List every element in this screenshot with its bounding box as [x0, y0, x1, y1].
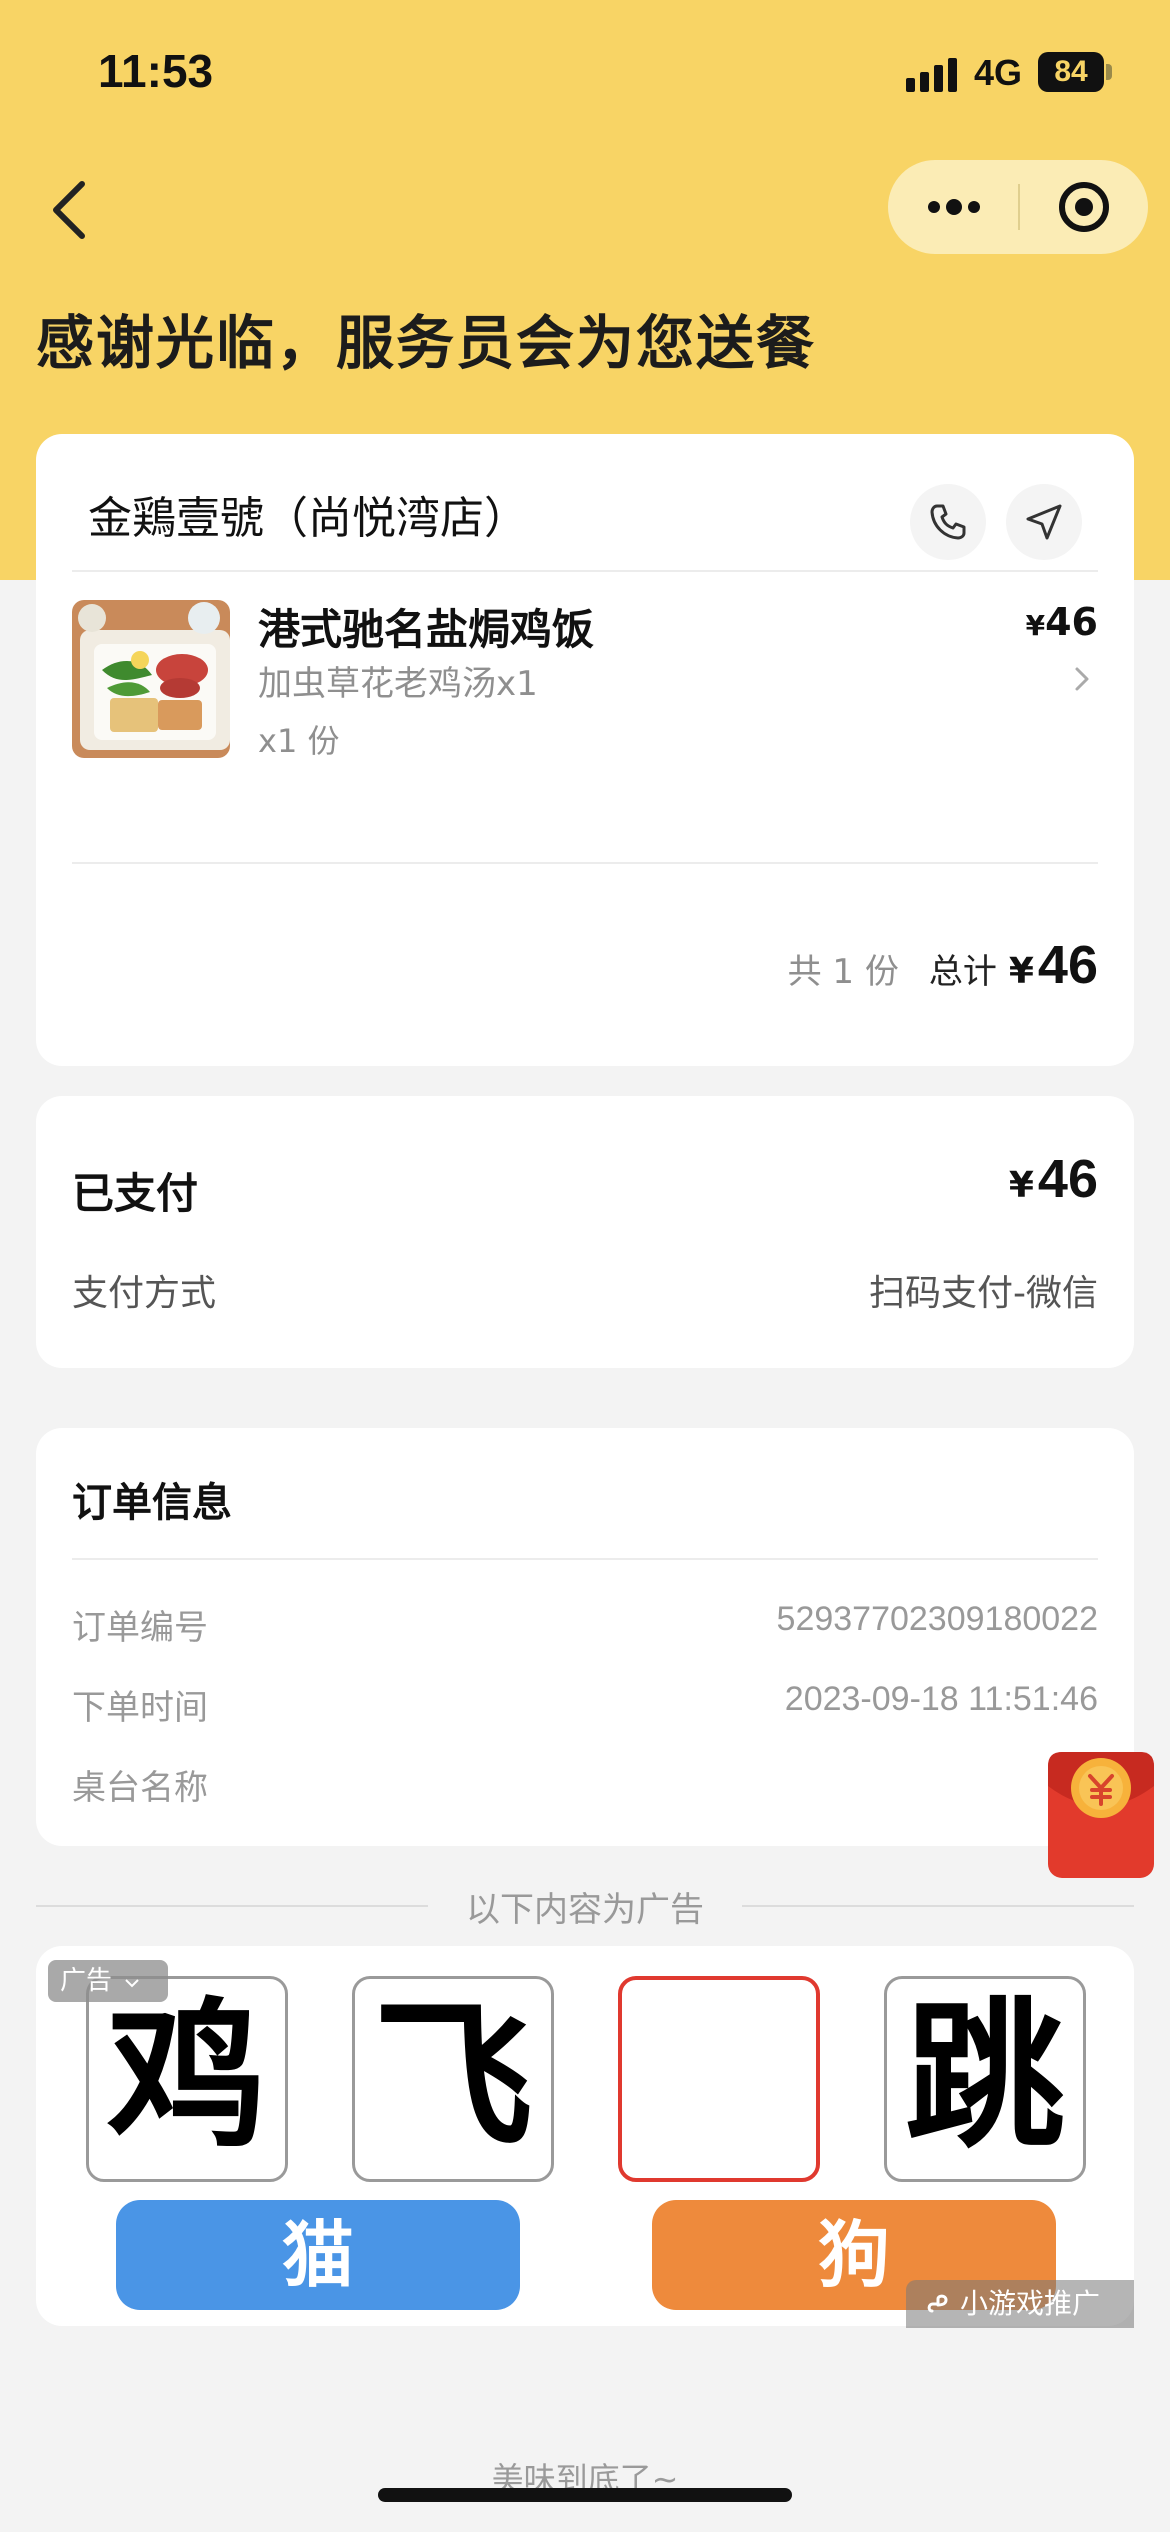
- choice-button-cat[interactable]: 猫: [116, 2200, 520, 2310]
- payment-status: 已支付: [72, 1169, 199, 1218]
- close-button[interactable]: [1056, 182, 1112, 232]
- total-amount: 46: [1037, 935, 1098, 995]
- red-packet-button[interactable]: [1046, 1746, 1156, 1880]
- battery-tip: [1106, 64, 1112, 80]
- char-box-blank: [618, 1976, 820, 2182]
- payment-method-label: 支付方式: [72, 1273, 217, 1314]
- item-addon: 加虫草花老鸡汤x1: [258, 664, 538, 704]
- divider-line-right: [742, 1905, 1134, 1907]
- divider: [72, 862, 1098, 864]
- navigate-button[interactable]: [1006, 484, 1082, 560]
- red-packet-icon: [1048, 1752, 1154, 1878]
- order-summary: 共 1 份 总计 ¥ 46: [788, 934, 1098, 1004]
- paid-amount: ¥ 46: [1009, 1148, 1098, 1210]
- chevron-down-icon: [125, 1979, 139, 1988]
- ad-source-label: 小游戏推广: [960, 2287, 1101, 2320]
- item-price-value: 46: [1045, 600, 1098, 644]
- total-label: 总计: [928, 952, 997, 992]
- target-icon: [1059, 182, 1109, 232]
- phone-icon: [930, 504, 966, 540]
- payment-method-value: 扫码支付-微信: [869, 1273, 1098, 1314]
- order-number-label: 订单编号: [72, 1608, 208, 1648]
- more-icon: [928, 199, 980, 215]
- item-quantity: x1 份: [258, 722, 340, 760]
- ad-banner[interactable]: 鸡 飞 跳 广告 猫 狗 小游戏推广: [36, 1946, 1134, 2328]
- ad-divider: 以下内容为广告: [36, 1880, 1134, 1930]
- divider: [72, 570, 1098, 572]
- food-image: [72, 600, 230, 758]
- item-detail-button[interactable]: [1074, 666, 1090, 696]
- paid-currency: ¥: [1008, 1165, 1034, 1206]
- more-button[interactable]: [924, 182, 984, 232]
- status-time: 11:53: [98, 45, 214, 97]
- table-name-label: 桌台名称: [72, 1768, 208, 1808]
- char-box: 跳: [884, 1976, 1086, 2182]
- order-items-card: 金鶏壹號（尚悦湾店） 港式驰名盐焗鸡饭 加虫草花老鸡汤x1 x1 份 ¥46 共…: [36, 434, 1134, 1066]
- paid-value: 46: [1037, 1149, 1098, 1209]
- item-price-currency: ¥: [1025, 609, 1046, 642]
- order-info-card: 订单信息 订单编号 52937702309180022 下单时间 2023-09…: [36, 1428, 1134, 1846]
- battery-icon: 84: [1038, 52, 1104, 92]
- order-time-value: 2023-09-18 11:51:46: [784, 1680, 1098, 1718]
- ad-tag[interactable]: 广告: [48, 1960, 168, 2002]
- char-box: 鸡: [86, 1976, 288, 2182]
- payment-card: 已支付 ¥ 46 支付方式 扫码支付-微信: [36, 1096, 1134, 1368]
- mini-program-capsule: [888, 160, 1148, 254]
- back-button[interactable]: [44, 170, 104, 250]
- call-button[interactable]: [910, 484, 986, 560]
- char-box: 飞: [352, 1976, 554, 2182]
- order-time-label: 下单时间: [72, 1688, 208, 1728]
- home-indicator[interactable]: [378, 2488, 792, 2502]
- chevron-left-icon: [53, 181, 85, 239]
- mini-game-icon: [927, 2294, 948, 2313]
- capsule-divider: [1018, 184, 1020, 230]
- page-title: 感谢光临，服务员会为您送餐: [36, 309, 817, 377]
- divider: [72, 1558, 1098, 1560]
- signal-icon: [906, 58, 958, 92]
- total-currency: ¥: [1008, 951, 1034, 992]
- item-price: ¥46: [1026, 600, 1098, 644]
- ad-tag-label: 广告: [60, 1966, 113, 1996]
- store-name: 金鶏壹號（尚悦湾店）: [88, 493, 528, 544]
- order-number-value: 52937702309180022: [776, 1600, 1098, 1638]
- navigation-icon: [1026, 504, 1062, 540]
- item-name: 港式驰名盐焗鸡饭: [258, 605, 595, 654]
- network-type: 4G: [974, 52, 1023, 93]
- item-count: 共 1 份: [787, 952, 899, 992]
- order-info-title: 订单信息: [72, 1480, 232, 1526]
- ad-source[interactable]: 小游戏推广: [906, 2280, 1134, 2328]
- status-bar: 11:53 4G 84: [0, 0, 1170, 150]
- chevron-right-icon: [1075, 667, 1089, 691]
